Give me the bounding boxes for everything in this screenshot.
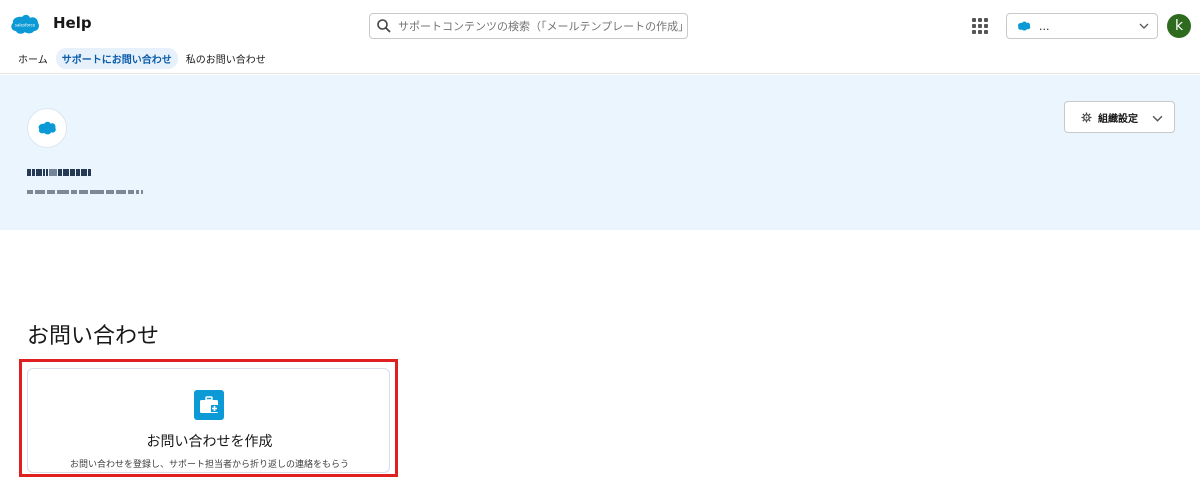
salesforce-cloud-icon <box>1017 21 1031 31</box>
org-settings-label: 組織設定 <box>1098 113 1138 125</box>
chevron-down-icon <box>1152 115 1163 122</box>
global-header: salesforce Help ... k ホーム サポートにお問い合わせ 私の… <box>0 0 1200 74</box>
gear-icon <box>1081 111 1092 123</box>
salesforce-logo-icon[interactable]: salesforce <box>10 14 40 36</box>
tab-my-cases[interactable]: 私のお問い合わせ <box>180 48 272 69</box>
nav-tabs: ホーム サポートにお問い合わせ 私のお問い合わせ <box>12 48 274 69</box>
case-briefcase-icon <box>194 390 224 420</box>
org-banner <box>0 75 1200 230</box>
tab-home[interactable]: ホーム <box>12 48 54 69</box>
user-avatar[interactable]: k <box>1167 14 1191 38</box>
app-title: Help <box>53 14 92 32</box>
chevron-down-icon <box>1139 23 1149 29</box>
org-avatar <box>27 108 67 148</box>
create-case-title: お問い合わせを作成 <box>146 434 273 450</box>
org-selector-text: ... <box>1039 19 1050 33</box>
search-input[interactable] <box>398 19 683 33</box>
create-case-card[interactable]: お問い合わせを作成 お問い合わせを登録し、サポート担当者から折り返しの連絡をもら… <box>27 368 390 473</box>
app-launcher-icon[interactable] <box>972 18 988 34</box>
salesforce-cloud-icon <box>38 121 56 135</box>
section-title: お問い合わせ <box>27 324 160 349</box>
org-details-redacted <box>27 188 145 196</box>
search-box[interactable] <box>369 13 688 39</box>
search-icon <box>377 19 391 33</box>
tab-contact-support[interactable]: サポートにお問い合わせ <box>55 48 178 69</box>
svg-text:salesforce: salesforce <box>15 23 36 28</box>
org-settings-button[interactable]: 組織設定 <box>1064 101 1175 133</box>
create-case-description: お問い合わせを登録し、サポート担当者から折り返しの連絡をもらう <box>69 460 349 470</box>
org-name-redacted <box>27 166 92 178</box>
org-selector[interactable]: ... <box>1006 13 1158 39</box>
